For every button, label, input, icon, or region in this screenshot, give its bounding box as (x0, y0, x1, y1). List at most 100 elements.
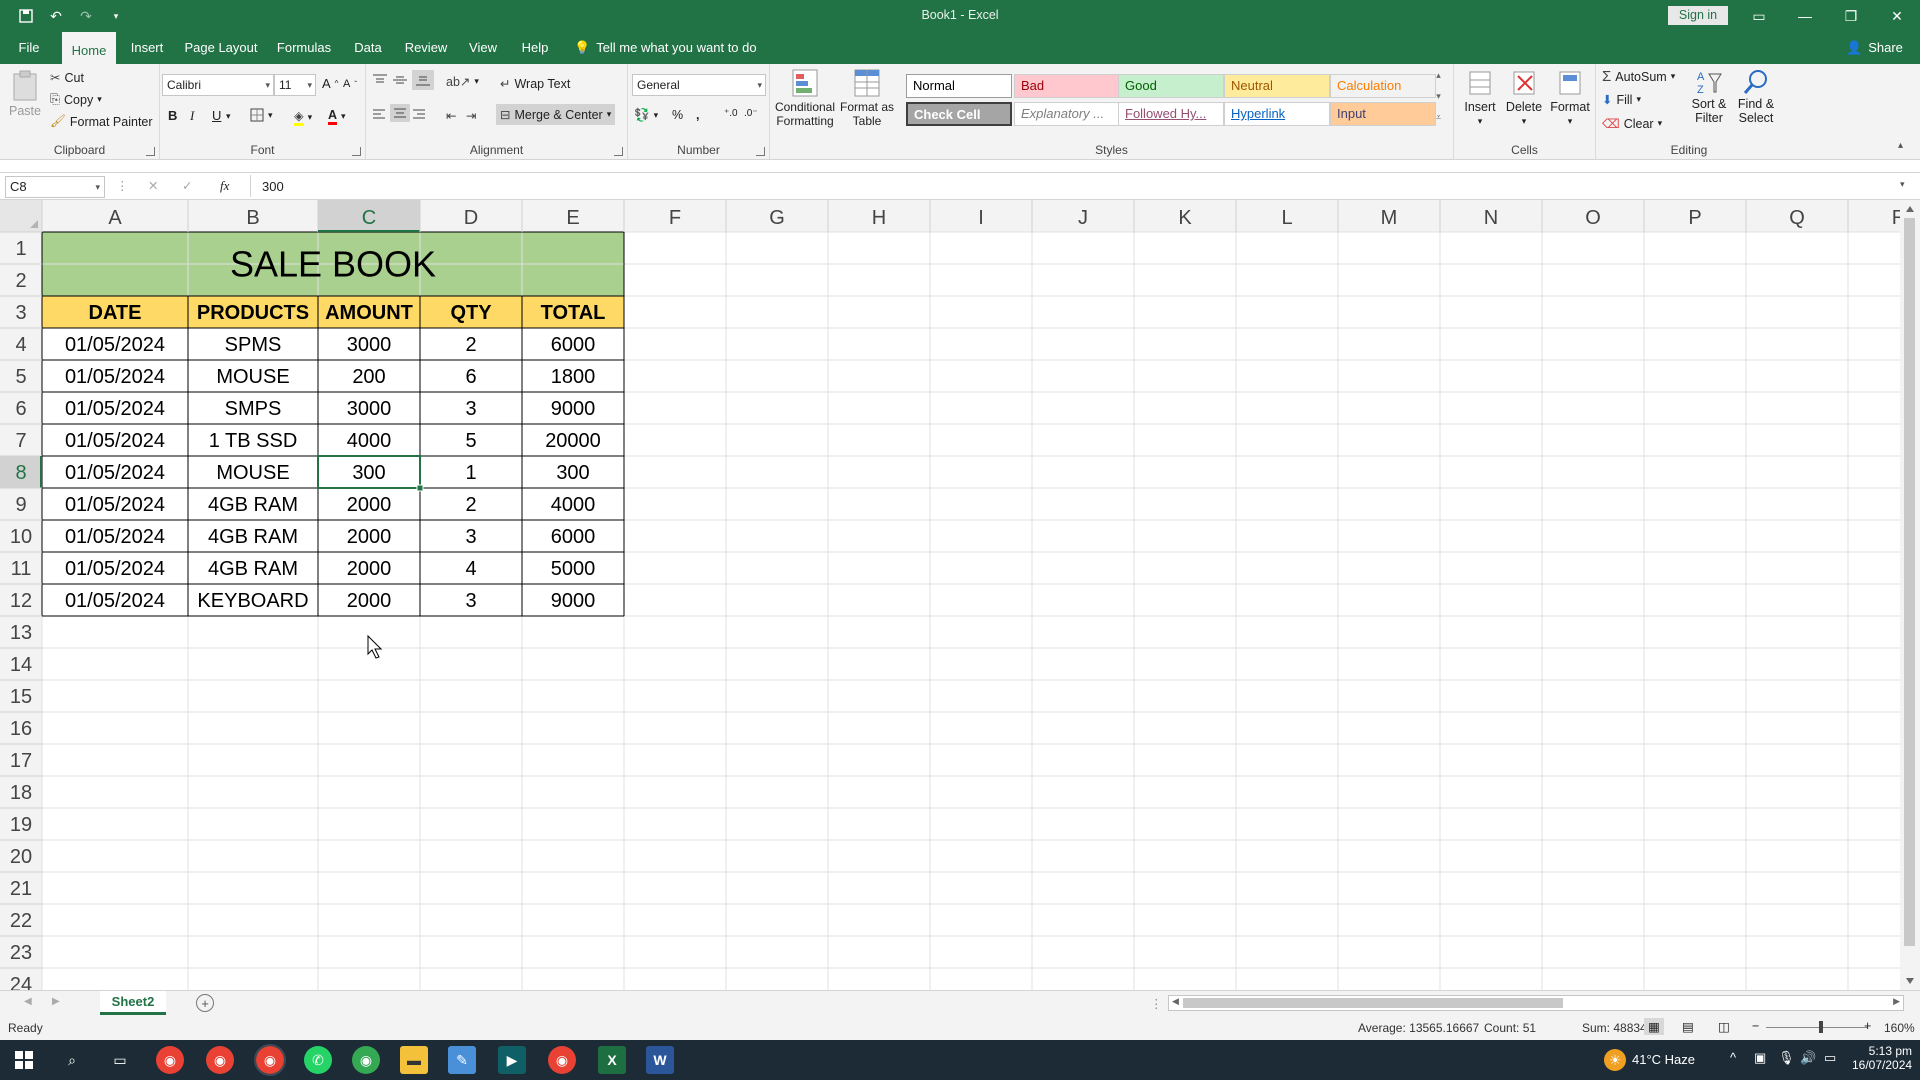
font-size-combo[interactable]: 11 ▾ (274, 74, 316, 96)
insert-function-button[interactable]: fx (220, 178, 229, 194)
conditional-formatting-button[interactable]: Conditional Formatting (774, 68, 836, 128)
top-align-button[interactable] (372, 74, 388, 86)
autosum-button[interactable]: Σ AutoSum ▾ (1602, 68, 1675, 85)
row-header-14[interactable]: 14 (10, 654, 32, 676)
horizontal-scroll-thumb[interactable] (1183, 998, 1563, 1008)
fill-color-button[interactable]: ◈ ▾ (294, 108, 312, 126)
clipboard-launcher-icon[interactable] (146, 147, 155, 156)
row-header-16[interactable]: 16 (10, 718, 32, 740)
scroll-left-icon[interactable]: ◀ (1172, 996, 1179, 1007)
font-launcher-icon[interactable] (352, 147, 361, 156)
alignment-launcher-icon[interactable] (614, 147, 623, 156)
next-sheet-icon[interactable]: ▶ (52, 996, 60, 1007)
cell-style-normal[interactable]: Normal (906, 74, 1012, 98)
scroll-right-icon[interactable]: ▶ (1893, 996, 1900, 1007)
show-hidden-icons-icon[interactable]: ^ (1730, 1050, 1736, 1065)
page-break-view-icon[interactable]: ◫ (1718, 1019, 1730, 1034)
decrease-font-size-button[interactable]: Aˇ (343, 78, 357, 90)
column-header-n[interactable]: N (1484, 207, 1498, 229)
align-left-button[interactable] (372, 108, 386, 120)
column-header-h[interactable]: H (872, 207, 886, 229)
paste-button[interactable]: Paste (8, 70, 42, 118)
excel-icon[interactable]: X (598, 1046, 626, 1074)
prev-sheet-icon[interactable]: ◀ (24, 996, 32, 1007)
word-icon[interactable]: W (646, 1046, 674, 1074)
align-right-button[interactable] (412, 108, 426, 120)
copy-button[interactable]: ⎘ Copy ▾ (50, 92, 102, 107)
italic-button[interactable]: I (190, 108, 194, 124)
minimize-icon[interactable]: — (1782, 0, 1828, 32)
align-center-button[interactable] (390, 104, 410, 122)
row-header-13[interactable]: 13 (10, 622, 32, 644)
styles-gallery-scroll[interactable]: ▴ ▾ ⩡ (1436, 70, 1441, 123)
restore-icon[interactable]: ❐ (1828, 0, 1874, 32)
weather-text[interactable]: 41°C Haze (1632, 1052, 1695, 1067)
row-header-10[interactable]: 10 (10, 526, 32, 548)
percent-style-button[interactable]: % (672, 108, 683, 122)
row-header-12[interactable]: 12 (10, 590, 32, 612)
fill-handle[interactable] (416, 484, 424, 492)
cut-button[interactable]: ✂ Cut (50, 70, 84, 86)
row-header-7[interactable]: 7 (15, 430, 26, 452)
chrome-profile-icon[interactable]: ◉ (206, 1046, 234, 1074)
row-header-24[interactable]: 24 (10, 974, 32, 990)
chrome-green-icon[interactable]: ◉ (352, 1046, 380, 1074)
column-header-f[interactable]: F (669, 207, 681, 229)
sort-filter-button[interactable]: AZ Sort & Filter (1688, 68, 1730, 125)
accounting-format-button[interactable]: 💱 ▾ (634, 108, 658, 123)
row-header-18[interactable]: 18 (10, 782, 32, 804)
row-header-3[interactable]: 3 (15, 302, 26, 324)
zoom-out-icon[interactable]: − (1752, 1019, 1759, 1033)
notes-app-icon[interactable]: ✎ (448, 1046, 476, 1074)
horizontal-scrollbar[interactable]: ◀ ▶ (1168, 995, 1904, 1011)
worksheet-grid[interactable]: A B C D E F G H I J K L M N O P Q R 1 2 3 4 5 6 7 8 9 10 11 12 13 14 15 1… (0, 200, 1920, 990)
cell-style-neutral[interactable]: Neutral (1224, 74, 1330, 98)
format-cells-button[interactable]: Format ▾ (1548, 68, 1592, 127)
confirm-entry-icon[interactable]: ✓ (182, 178, 192, 193)
name-box[interactable]: C8 ▾ (5, 176, 105, 198)
font-color-button[interactable]: A ▾ (328, 108, 346, 125)
find-select-button[interactable]: Find & Select (1734, 68, 1778, 125)
chrome-active-icon[interactable]: ◉ (254, 1044, 286, 1076)
microphone-icon[interactable]: 🎙 (1778, 1050, 1795, 1066)
close-icon[interactable]: ✕ (1874, 0, 1920, 32)
tell-me-search[interactable]: 💡 Tell me what you want to do (574, 32, 757, 64)
vertical-scroll-thumb[interactable] (1904, 218, 1915, 946)
row-header-21[interactable]: 21 (10, 878, 32, 900)
cancel-entry-icon[interactable]: ✕ (148, 178, 158, 193)
bottom-align-button[interactable] (412, 70, 434, 90)
row-header-4[interactable]: 4 (15, 334, 26, 356)
file-explorer-icon[interactable]: ▬ (400, 1046, 428, 1074)
weather-icon[interactable]: ☀ (1604, 1049, 1626, 1071)
page-layout-view-icon[interactable]: ▤ (1682, 1019, 1694, 1034)
terminal-app-icon[interactable]: ▶ (498, 1046, 526, 1074)
delete-cells-button[interactable]: Delete ▾ (1504, 68, 1544, 127)
row-header-11[interactable]: 11 (11, 558, 32, 580)
row-header-22[interactable]: 22 (10, 910, 32, 932)
clock[interactable]: 5:13 pm 16/07/2024 (1852, 1044, 1912, 1072)
tab-view[interactable]: View (462, 32, 504, 64)
cell-style-input[interactable]: Input (1330, 102, 1436, 126)
tab-file[interactable]: File (10, 32, 48, 64)
cell-style-explanatory[interactable]: Explanatory ... (1014, 102, 1120, 126)
underline-button[interactable]: U (212, 108, 221, 123)
row-header-15[interactable]: 15 (10, 686, 32, 708)
cell-style-bad[interactable]: Bad (1014, 74, 1120, 98)
row-header-9[interactable]: 9 (15, 494, 26, 516)
cell-style-check-cell[interactable]: Check Cell (906, 102, 1012, 126)
column-header-c[interactable]: C (362, 207, 376, 229)
row-header-8[interactable]: 8 (15, 462, 26, 484)
tab-formulas[interactable]: Formulas (272, 32, 336, 64)
collapse-ribbon-icon[interactable]: ▴ (1898, 140, 1903, 151)
font-name-combo[interactable]: Calibri ▾ (162, 74, 274, 96)
increase-indent-button[interactable]: ⇥ (466, 108, 476, 123)
cell-style-followed-hy[interactable]: Followed Hy... (1118, 102, 1224, 126)
tab-home[interactable]: Home (62, 32, 116, 64)
formula-input[interactable]: 300 (262, 179, 284, 194)
normal-view-icon[interactable]: ▦ (1644, 1018, 1664, 1035)
column-header-m[interactable]: M (1381, 207, 1398, 229)
worksheet-canvas[interactable]: A B C D E F G H I J K L M N O P Q R1234567891011121314151… (0, 200, 1920, 990)
column-header-q[interactable]: Q (1789, 207, 1805, 229)
speaker-icon[interactable]: 🔊 (1800, 1050, 1816, 1066)
middle-align-button[interactable] (392, 74, 408, 86)
